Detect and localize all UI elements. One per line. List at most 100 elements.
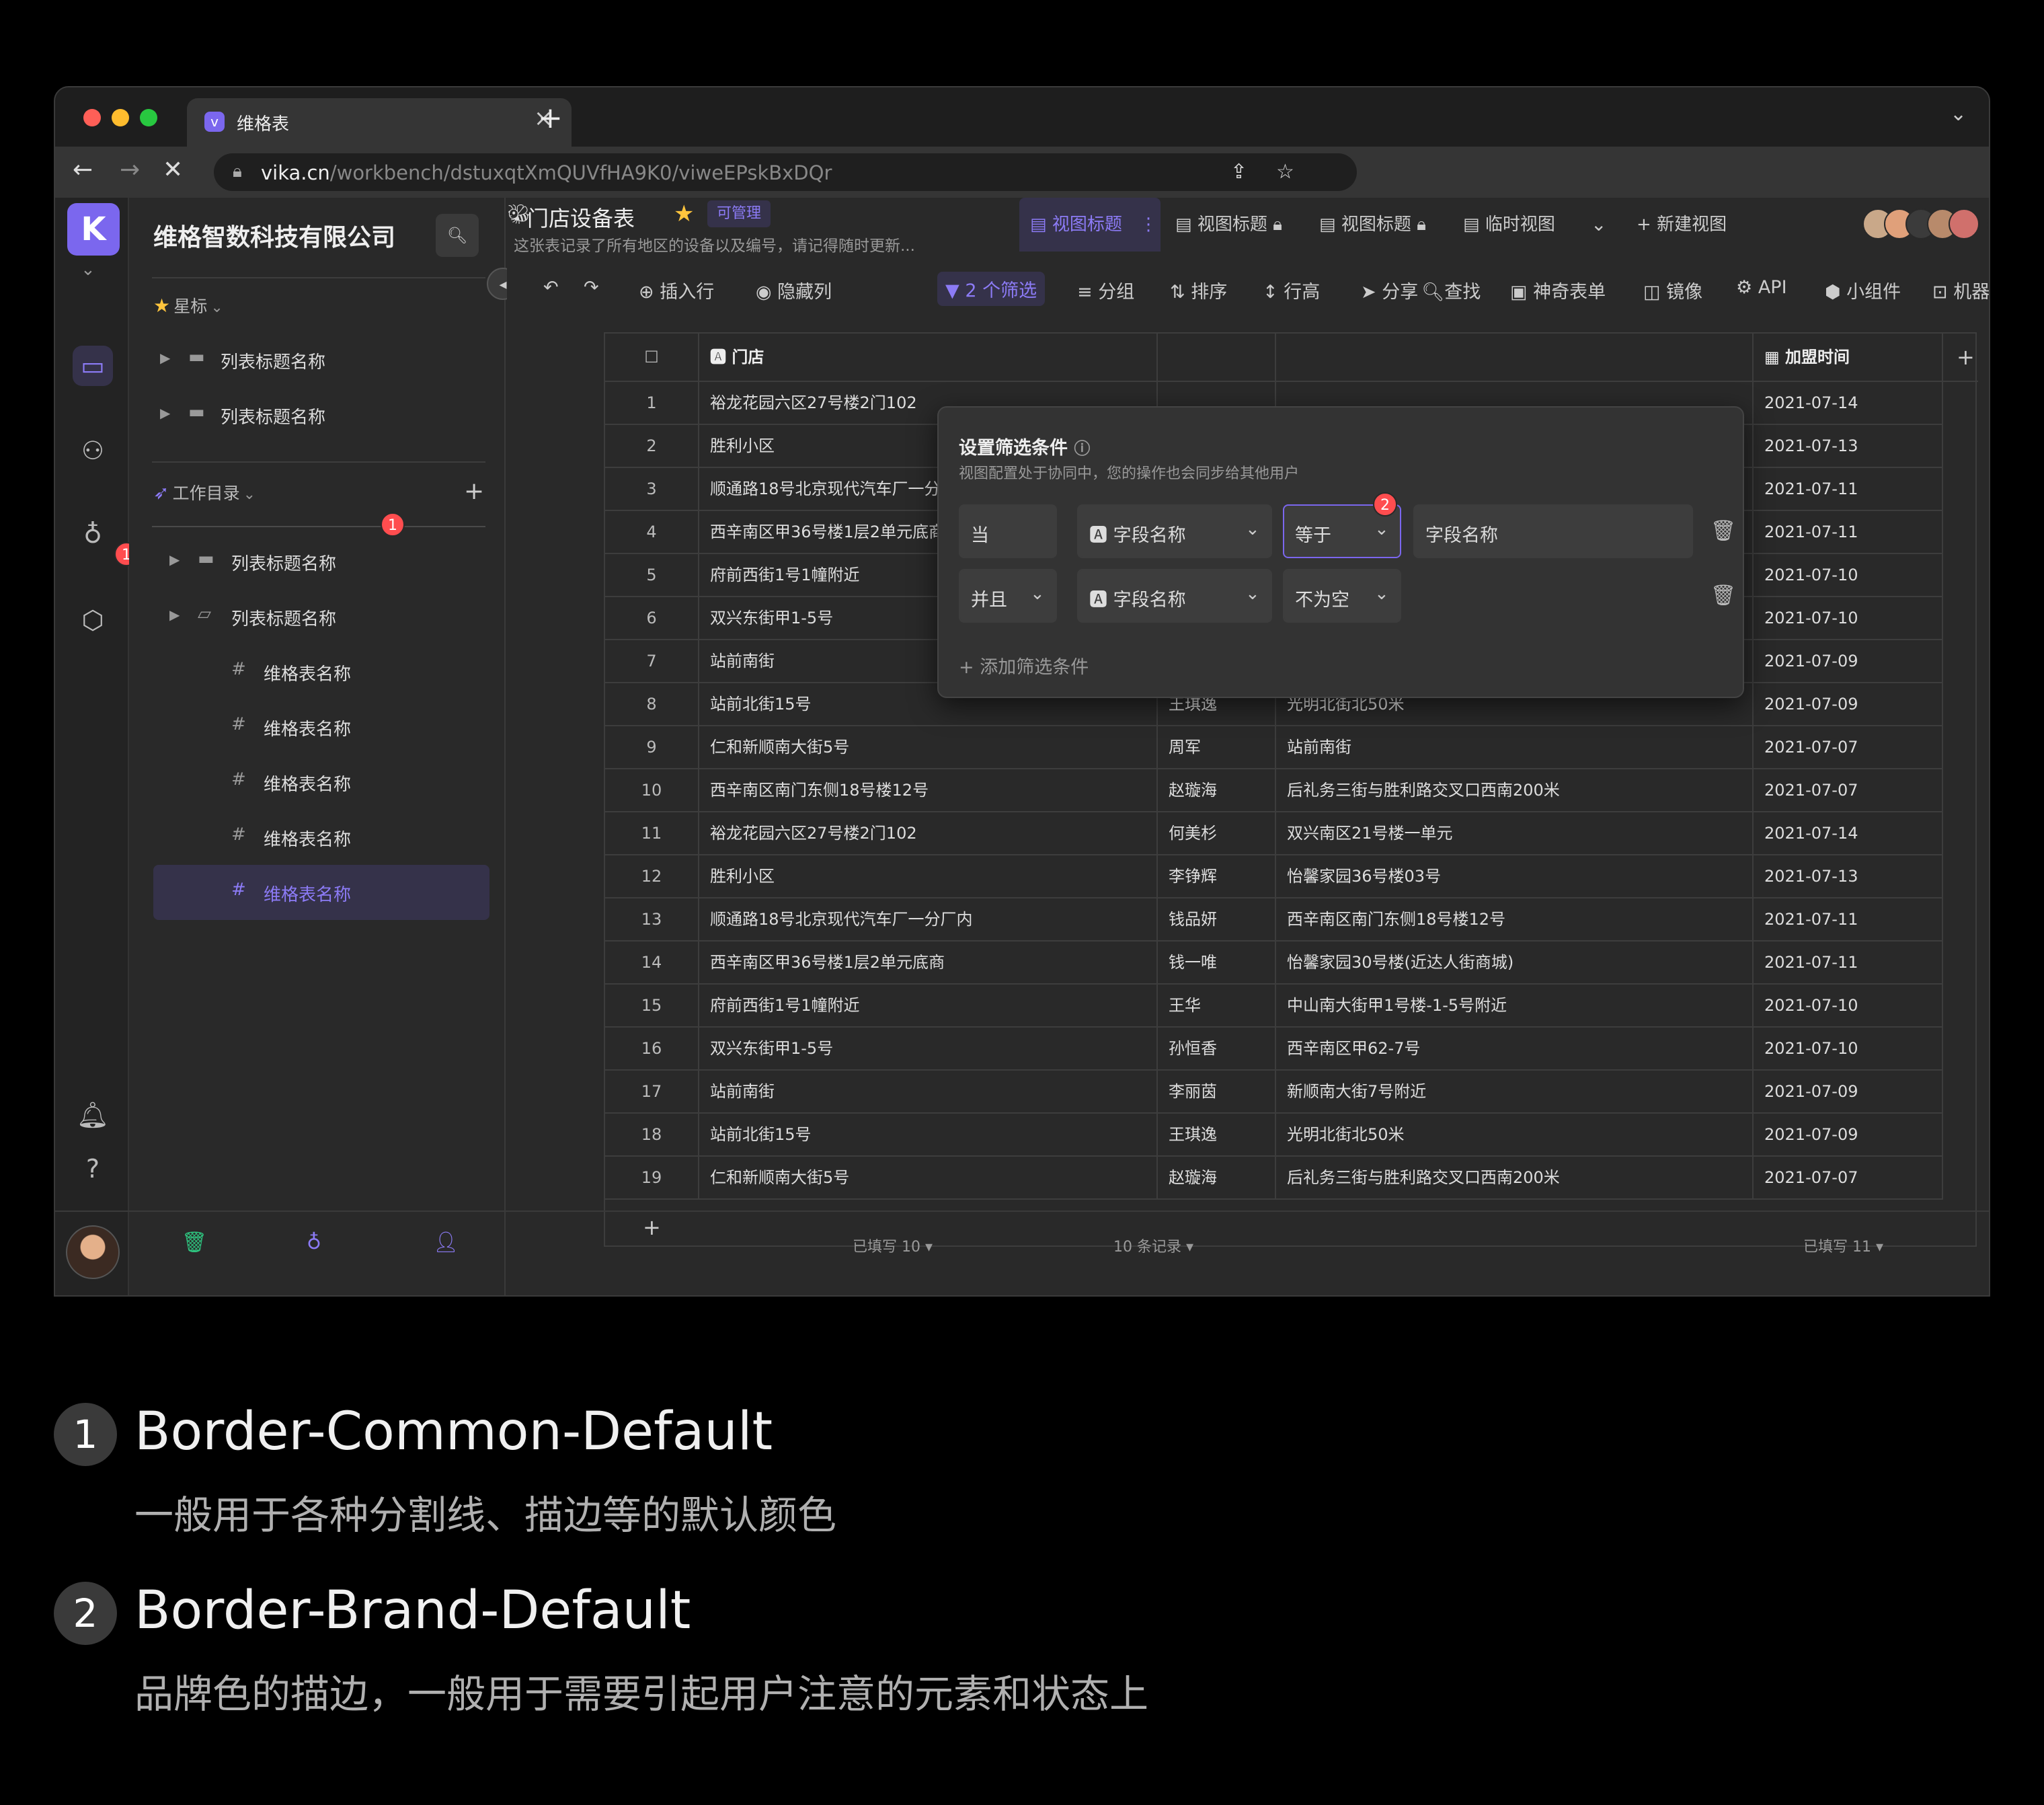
address-cell[interactable]: 中山南大街甲1号楼-1-5号附近	[1276, 985, 1754, 1026]
close-window-button[interactable]	[83, 109, 101, 126]
forward-icon[interactable]: →	[120, 156, 140, 184]
store-cell[interactable]: 西辛南区甲36号楼1层2单元底商	[699, 942, 1158, 983]
row-number-cell[interactable]: 19	[605, 1157, 699, 1198]
row-number-cell[interactable]: 12	[605, 855, 699, 897]
join-time-cell[interactable]: 2021-07-11	[1754, 898, 1943, 940]
person-cell[interactable]: 王琪逸	[1158, 1114, 1276, 1155]
share-icon[interactable]: ⇪	[1230, 160, 1247, 184]
join-time-cell[interactable]: 2021-07-11	[1754, 468, 1943, 510]
view-tab[interactable]: ▤ 视图标题 🔒︎	[1175, 198, 1282, 252]
store-cell[interactable]: 顺通路18号北京现代汽车厂一分厂内	[699, 898, 1158, 940]
join-time-cell[interactable]: 2021-07-09	[1754, 1114, 1943, 1155]
record-count-stat[interactable]: 10 条记录 ▾	[1113, 1235, 1193, 1256]
join-time-cell[interactable]: 2021-07-10	[1754, 554, 1943, 596]
table-row[interactable]: 14 西辛南区甲36号楼1层2单元底商 钱一唯 怡馨家园30号楼(近达人街商城) 202…	[605, 942, 1943, 985]
robot-button[interactable]: ⊡ 机器人	[1932, 277, 1989, 303]
join-time-cell[interactable]: 2021-07-10	[1754, 597, 1943, 639]
table-row[interactable]: 9 仁和新顺南大街5号 周军 站前南街 2021-07-07	[605, 726, 1943, 769]
more-icon[interactable]: ⋮	[1140, 215, 1157, 235]
row-number-cell[interactable]: 14	[605, 942, 699, 983]
person-cell[interactable]: 周军	[1158, 726, 1276, 768]
store-cell[interactable]: 府前西街1号1幢附近	[699, 985, 1158, 1026]
join-time-cell[interactable]: 2021-07-09	[1754, 683, 1943, 725]
sheet-item-active[interactable]: # 维格表名称	[153, 865, 489, 920]
settings-hexagon-icon[interactable]: ⬡	[73, 600, 113, 640]
store-cell[interactable]: 仁和新顺南大街5号	[699, 726, 1158, 768]
bell-icon[interactable]: 🔔︎	[73, 1095, 113, 1135]
join-time-cell[interactable]: 2021-07-07	[1754, 1157, 1943, 1198]
delete-condition-icon[interactable]: 🗑︎	[1711, 584, 1736, 607]
chevron-down-icon[interactable]: ⌄	[81, 260, 95, 280]
address-cell[interactable]: 西辛南区南门东侧18号楼12号	[1276, 898, 1754, 940]
add-column-button[interactable]: +	[1957, 344, 1975, 370]
row-number-cell[interactable]: 17	[605, 1071, 699, 1112]
add-record-button[interactable]: +	[643, 1215, 661, 1240]
url-input[interactable]: 🔒︎ vika.cn/workbench/dstuxqtXmQUVfHA9K0/…	[214, 153, 1357, 191]
address-cell[interactable]: 后礼务三街与胜利路交叉口西南200米	[1276, 1157, 1754, 1198]
sheet-item[interactable]: # 维格表名称	[153, 699, 489, 755]
members-icon[interactable]: ⚇	[73, 430, 113, 471]
row-number-cell[interactable]: 10	[605, 769, 699, 811]
help-icon[interactable]: ?	[73, 1149, 113, 1189]
mirror-button[interactable]: ◫ 镜像	[1643, 277, 1702, 303]
vika-logo[interactable]: K	[67, 203, 120, 256]
stop-loading-icon[interactable]: ✕	[163, 156, 183, 184]
join-time-cell[interactable]: 2021-07-11	[1754, 942, 1943, 983]
folder-item[interactable]: ▶ ▬ 列表标题名称	[153, 534, 489, 589]
workbench-icon[interactable]: ▭	[73, 346, 113, 386]
datasheet-title[interactable]: 门店设备表	[527, 202, 635, 233]
row-number-cell[interactable]: 5	[605, 554, 699, 596]
starred-section-header[interactable]: ★ 星标 ⌄	[153, 293, 223, 317]
join-time-cell[interactable]: 2021-07-14	[1754, 382, 1943, 424]
row-number-cell[interactable]: 18	[605, 1114, 699, 1155]
store-cell[interactable]: 胜利小区	[699, 855, 1158, 897]
person-cell[interactable]: 李丽茵	[1158, 1071, 1276, 1112]
row-number-cell[interactable]: 1	[605, 382, 699, 424]
filter-conjunction-select[interactable]: 并且 ⌄	[959, 569, 1057, 623]
store-cell[interactable]: 双兴东街甲1-5号	[699, 1028, 1158, 1069]
expand-arrow-icon[interactable]: ▶	[169, 607, 180, 623]
bookmark-star-icon[interactable]: ☆	[1276, 160, 1294, 184]
filled-count-stat[interactable]: 已填写 11 ▾	[1803, 1235, 1883, 1256]
new-view-button[interactable]: + 新建视图	[1637, 198, 1727, 252]
row-number-cell[interactable]: 8	[605, 683, 699, 725]
expand-arrow-icon[interactable]: ▶	[160, 350, 170, 366]
table-row[interactable]: 17 站前南街 李丽茵 新顺南大街7号附近 2021-07-09	[605, 1071, 1943, 1114]
starred-item[interactable]: ▶ ▬ 列表标题名称	[153, 387, 489, 443]
planet-icon[interactable]: ♁	[307, 1231, 321, 1254]
row-number-cell[interactable]: 11	[605, 812, 699, 854]
store-cell[interactable]: 裕龙花园六区27号楼2门102	[699, 812, 1158, 854]
maximize-window-button[interactable]	[140, 109, 157, 126]
join-time-cell[interactable]: 2021-07-13	[1754, 855, 1943, 897]
back-icon[interactable]: ←	[73, 156, 93, 184]
sheet-item[interactable]: # 维格表名称	[153, 644, 489, 699]
select-all-checkbox[interactable]: ☐	[605, 334, 699, 381]
redo-icon[interactable]: ↷	[584, 277, 599, 298]
person-cell[interactable]: 何美杉	[1158, 812, 1276, 854]
filter-value-input[interactable]: 字段名称	[1413, 504, 1693, 558]
user-avatar[interactable]	[66, 1225, 120, 1279]
table-row[interactable]: 16 双兴东街甲1-5号 孙恒香 西辛南区甲62-7号 2021-07-10	[605, 1028, 1943, 1071]
table-row[interactable]: 12 胜利小区 李铮辉 怡馨家园36号楼03号 2021-07-13	[605, 855, 1943, 898]
row-number-cell[interactable]: 9	[605, 726, 699, 768]
person-cell[interactable]: 王华	[1158, 985, 1276, 1026]
add-node-button[interactable]: +	[464, 477, 484, 505]
cloud-sync-icon[interactable]: ☁	[1988, 208, 1989, 239]
filter-operator-select[interactable]: 不为空 ⌄	[1283, 569, 1401, 623]
workdir-section-header[interactable]: ➶ 工作目录 ⌄	[153, 480, 256, 504]
store-cell[interactable]: 站前北街15号	[699, 1114, 1158, 1155]
address-cell[interactable]: 站前南街	[1276, 726, 1754, 768]
filter-conjunction-select[interactable]: 当	[959, 504, 1057, 558]
share-button[interactable]: ➤ 分享	[1361, 277, 1418, 303]
filter-field-select[interactable]: 🅰︎ 字段名称 ⌄	[1077, 569, 1272, 623]
row-number-cell[interactable]: 6	[605, 597, 699, 639]
address-cell[interactable]: 双兴南区21号楼一单元	[1276, 812, 1754, 854]
delete-condition-icon[interactable]: 🗑︎	[1711, 519, 1736, 543]
find-button[interactable]: 🔍︎查找	[1421, 277, 1481, 303]
expand-arrow-icon[interactable]: ▶	[160, 405, 170, 421]
join-time-cell[interactable]: 2021-07-10	[1754, 1028, 1943, 1069]
row-number-cell[interactable]: 13	[605, 898, 699, 940]
table-row[interactable]: 10 西辛南区南门东侧18号楼12号 赵璇海 后礼务三街与胜利路交叉口西南200米 20…	[605, 769, 1943, 812]
table-row[interactable]: 15 府前西街1号1幢附近 王华 中山南大街甲1号楼-1-5号附近 2021-07-10	[605, 985, 1943, 1028]
filled-count-stat[interactable]: 已填写 10 ▾	[853, 1235, 933, 1256]
